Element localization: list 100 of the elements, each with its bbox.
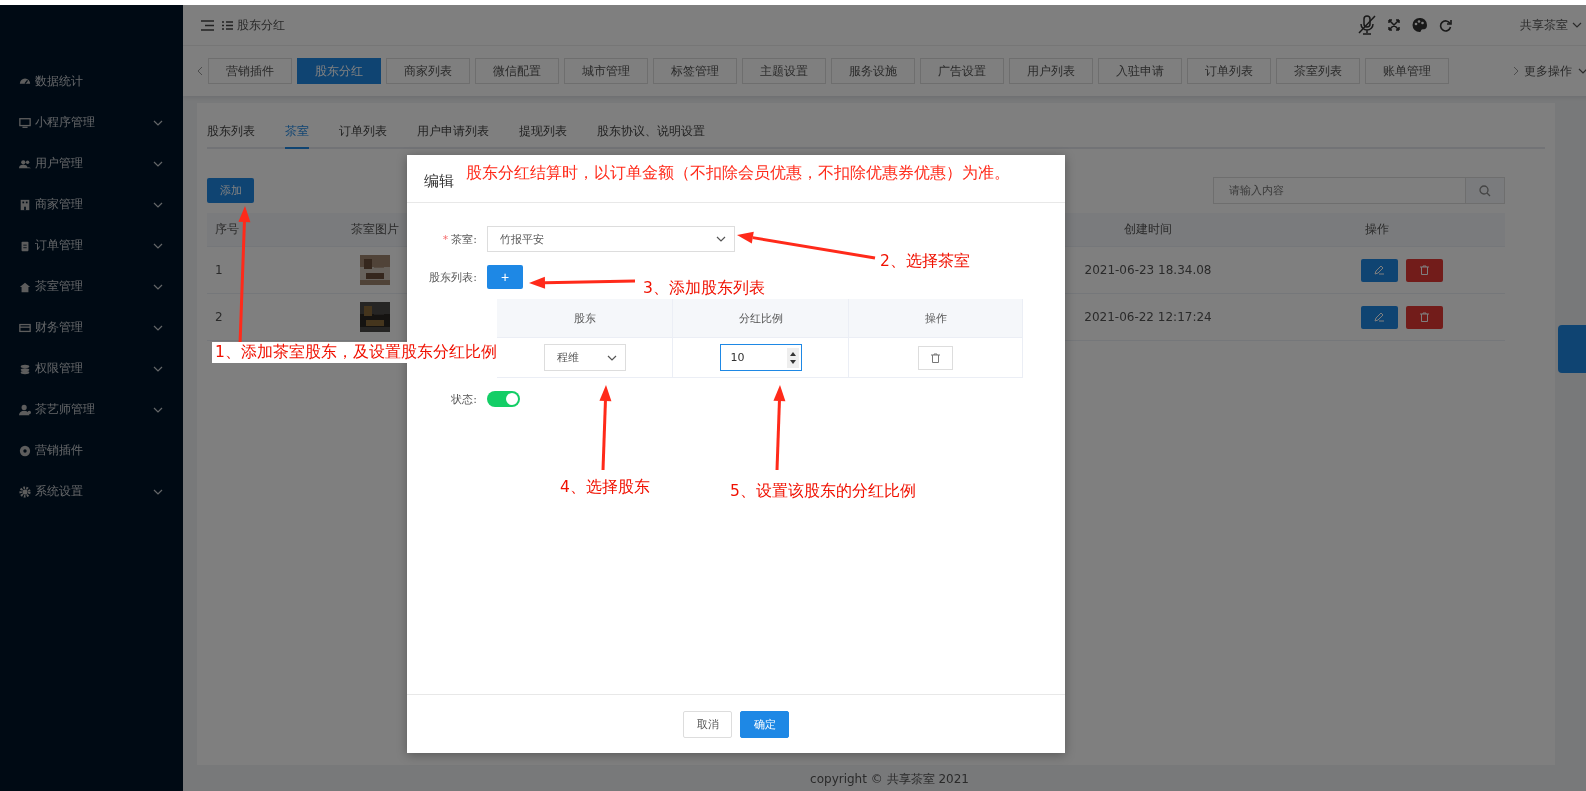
sidebar-item[interactable]: 数据统计: [0, 61, 183, 102]
building-icon: [19, 198, 31, 211]
page-tab[interactable]: 商家列表: [386, 58, 470, 84]
delete-button[interactable]: [1405, 305, 1443, 329]
column-header: 股东: [573, 310, 596, 326]
chevron-down-icon: [153, 201, 163, 208]
table-cell: 2: [207, 294, 257, 341]
page-tab[interactable]: 账单管理: [1365, 58, 1449, 84]
chevron-down-icon: [153, 242, 163, 249]
column-header: 序号: [207, 213, 257, 247]
field-label: 股东列表:: [428, 269, 478, 285]
chevron-right-icon[interactable]: [1513, 66, 1519, 76]
trash-icon: [1419, 312, 1429, 322]
sidebar-item[interactable]: 财务管理: [0, 307, 183, 348]
chevron-down-icon: [153, 160, 163, 167]
sub-tab[interactable]: 茶室: [285, 123, 309, 149]
page-tab[interactable]: 标签管理: [653, 58, 737, 84]
mic-off-icon[interactable]: [1358, 15, 1376, 35]
palette-icon[interactable]: [1412, 18, 1427, 32]
chevron-down-icon: [153, 324, 163, 331]
chevron-down-icon: [716, 236, 726, 242]
page-tab[interactable]: 营销插件: [208, 58, 292, 84]
field-label: * 茶室:: [441, 231, 478, 247]
page-tab[interactable]: 广告设置: [920, 58, 1004, 84]
delete-button[interactable]: [918, 345, 953, 370]
chevron-down-icon: [153, 488, 163, 495]
column-header: 操作: [1248, 213, 1505, 247]
column-header: 操作: [924, 310, 947, 326]
edit-button[interactable]: [1360, 258, 1398, 282]
page-tab[interactable]: 服务设施: [831, 58, 915, 84]
field-label: 状态:: [450, 391, 478, 407]
sidebar-item[interactable]: 订单管理: [0, 225, 183, 266]
copyright-text: copyright © 共享茶室 2021: [810, 772, 969, 786]
page-tab[interactable]: 用户列表: [1009, 58, 1093, 84]
sub-tab[interactable]: 股东协议、说明设置: [597, 123, 705, 147]
chevron-left-icon[interactable]: [197, 66, 203, 76]
trash-icon: [931, 352, 940, 363]
more-actions-dropdown[interactable]: 更多操作: [1524, 62, 1586, 80]
breadcrumb: 股东分红: [237, 16, 285, 34]
sub-tab[interactable]: 股东列表: [207, 123, 255, 147]
sub-tab[interactable]: 提现列表: [519, 123, 567, 147]
ratio-input[interactable]: 10: [719, 344, 802, 371]
page-tab[interactable]: 订单列表: [1187, 58, 1271, 84]
pencil-icon: [1374, 312, 1384, 322]
sub-tab[interactable]: 订单列表: [339, 123, 387, 147]
sidebar-item[interactable]: 茶室管理: [0, 266, 183, 307]
refresh-icon[interactable]: [1439, 18, 1452, 32]
add-shareholder-button[interactable]: +: [487, 265, 523, 289]
column-header: 分红比例: [738, 310, 783, 326]
table-cell: 1: [207, 247, 257, 294]
confirm-button[interactable]: 确定: [740, 710, 789, 738]
users-icon: [19, 157, 31, 170]
chevron-down-icon: [606, 354, 617, 361]
fullscreen-icon[interactable]: [1388, 19, 1400, 31]
trash-icon: [1419, 265, 1429, 275]
page-tab[interactable]: 城市管理: [564, 58, 648, 84]
chevron-down-icon: [153, 283, 163, 290]
pencil-icon: [1374, 265, 1384, 275]
chevron-down-icon: [153, 119, 163, 126]
coins-icon: [19, 362, 31, 375]
shareholder-select[interactable]: 程维: [543, 344, 626, 371]
sidebar-item[interactable]: 商家管理: [0, 184, 183, 225]
add-button[interactable]: 添加: [207, 178, 254, 203]
sidebar-item[interactable]: 小程序管理: [0, 102, 183, 143]
search-icon[interactable]: [1479, 184, 1491, 197]
clipboard-icon: [19, 239, 31, 252]
user-menu[interactable]: 共享茶室: [1520, 16, 1582, 34]
status-switch[interactable]: [487, 391, 520, 407]
sidebar-item[interactable]: 系统设置: [0, 471, 183, 512]
delete-button[interactable]: [1405, 258, 1443, 282]
gear-icon: [19, 485, 31, 498]
sidebar-item[interactable]: 茶艺师管理: [0, 389, 183, 430]
sidebar-item[interactable]: 营销插件: [0, 430, 183, 471]
page-tab[interactable]: 股东分红: [297, 58, 381, 84]
list-icon: [222, 20, 233, 30]
page-tab[interactable]: 主题设置: [742, 58, 826, 84]
chevron-down-icon: [153, 406, 163, 413]
page-tab[interactable]: 入驻申请: [1098, 58, 1182, 84]
card-icon: [19, 321, 31, 334]
spinner-icon[interactable]: [786, 347, 799, 368]
edit-button[interactable]: [1360, 305, 1398, 329]
monitor-icon: [19, 116, 31, 129]
annotation-text: 4、选择股东: [557, 477, 653, 498]
page-tab[interactable]: 微信配置: [475, 58, 559, 84]
home-icon: [19, 280, 31, 293]
tea-room-select[interactable]: 竹报平安: [487, 226, 735, 252]
menu-icon[interactable]: [201, 19, 214, 31]
chevron-down-icon: [1572, 22, 1582, 28]
cancel-button[interactable]: 取消: [683, 710, 732, 738]
search-field[interactable]: 请输入内容: [1213, 177, 1465, 204]
search-button[interactable]: [1465, 177, 1505, 204]
page-tab[interactable]: 茶室列表: [1276, 58, 1360, 84]
sidebar-item[interactable]: 权限管理: [0, 348, 183, 389]
chevron-down-icon: [153, 365, 163, 372]
annotation-text: 股东分红结算时，以订单金额（不扣除会员优惠，不扣除优惠券优惠）为准。: [466, 163, 1010, 184]
sidebar-item[interactable]: 用户管理: [0, 143, 183, 184]
sub-tab[interactable]: 用户申请列表: [417, 123, 489, 147]
chevron-down-icon: [1578, 68, 1586, 74]
user-icon: [19, 403, 31, 416]
dialog-title: 编辑: [424, 172, 454, 191]
